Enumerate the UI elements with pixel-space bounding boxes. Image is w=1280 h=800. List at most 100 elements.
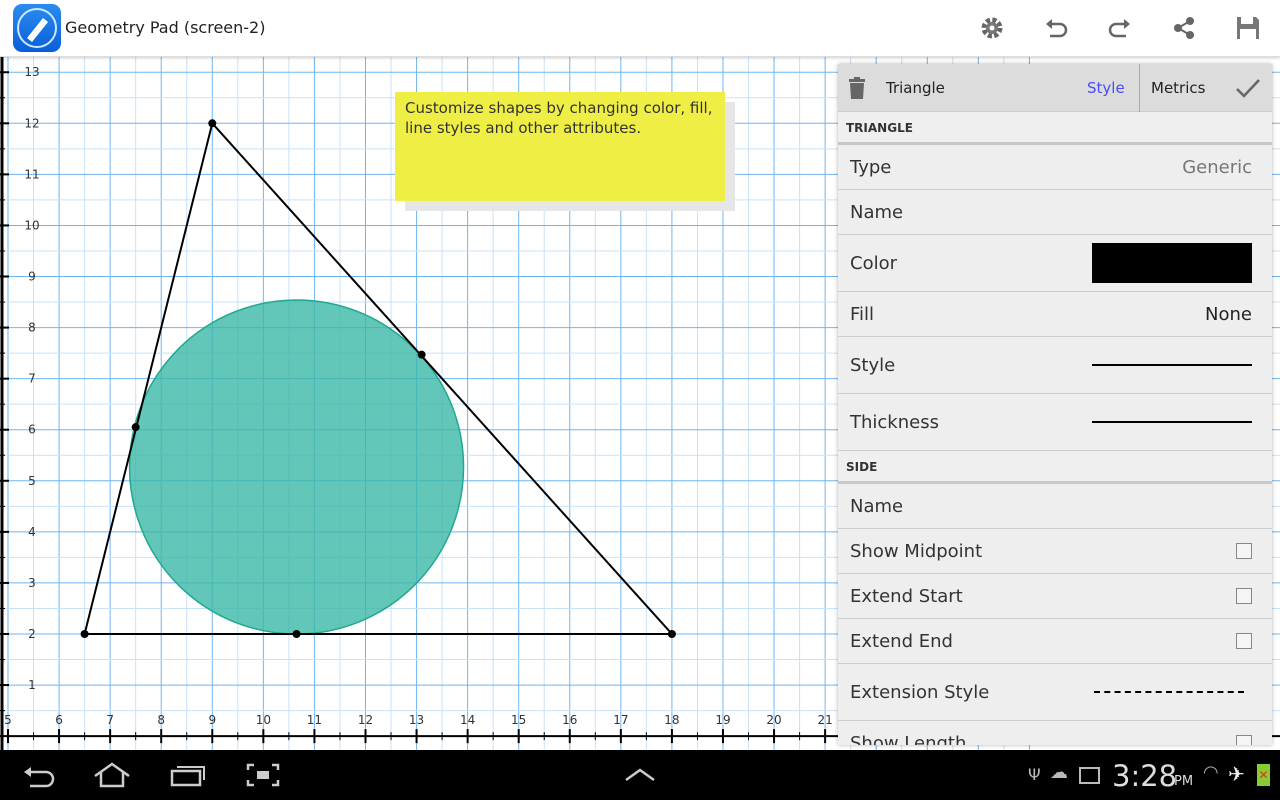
name-row[interactable]: Name — [838, 190, 1272, 235]
app-title: Geometry Pad (screen-2) — [65, 18, 266, 37]
side-name-row[interactable]: Name — [838, 484, 1272, 529]
trash-icon[interactable] — [848, 77, 866, 99]
save-icon[interactable] — [1234, 14, 1262, 42]
settings-icon[interactable] — [978, 14, 1006, 42]
usb-icon: Ψ — [1028, 765, 1041, 784]
name-label: Name — [850, 201, 904, 223]
point[interactable] — [80, 630, 89, 638]
tab-metrics[interactable]: Metrics — [1151, 79, 1205, 97]
line-style-preview — [1092, 364, 1252, 366]
x-tick-label: 14 — [460, 713, 475, 727]
type-value: Generic — [1182, 156, 1252, 178]
thickness-label: Thickness — [850, 411, 939, 433]
share-icon[interactable] — [1170, 14, 1198, 42]
style-row[interactable]: Style — [838, 337, 1272, 394]
type-label: Type — [850, 156, 892, 178]
x-tick-label: 10 — [256, 713, 271, 727]
incircle[interactable] — [128, 299, 465, 635]
x-tick-label: 11 — [307, 713, 322, 727]
show-midpoint-row[interactable]: Show Midpoint — [838, 529, 1272, 574]
check-icon[interactable] — [1235, 78, 1261, 98]
y-tick-label: 13 — [24, 65, 39, 79]
point[interactable] — [417, 350, 426, 359]
tab-style[interactable]: Style — [1087, 79, 1125, 97]
tip-note: Customize shapes by changing color, fill… — [395, 92, 725, 201]
system-nav-bar: Ψ ☁ 3:28 PM ◠ ✈ ✕ — [0, 750, 1280, 800]
extend-end-checkbox[interactable] — [1236, 633, 1252, 649]
x-tick-label: 21 — [817, 713, 832, 727]
color-label: Color — [850, 252, 897, 274]
extension-style-label: Extension Style — [850, 681, 990, 703]
x-tick-label: 16 — [562, 713, 577, 727]
style-panel: Triangle Style Metrics TRIANGLE Type Gene… — [838, 64, 1272, 745]
fill-row[interactable]: Fill None — [838, 292, 1272, 337]
thickness-row[interactable]: Thickness — [838, 394, 1272, 451]
x-tick-label: 19 — [715, 713, 730, 727]
cloud-upload-icon: ☁ — [1050, 762, 1068, 783]
x-tick-label: 12 — [358, 713, 373, 727]
y-tick-label: 5 — [28, 474, 36, 488]
app-bar: Geometry Pad (screen-2) — [0, 0, 1280, 57]
point[interactable] — [131, 423, 140, 432]
extension-style-row[interactable]: Extension Style — [838, 664, 1272, 721]
x-tick-label: 18 — [664, 713, 679, 727]
y-tick-label: 10 — [24, 218, 39, 232]
section-side: SIDE — [838, 451, 1272, 484]
airplane-icon: ✈ — [1228, 762, 1245, 786]
fill-label: Fill — [850, 303, 875, 325]
x-tick-label: 13 — [409, 713, 424, 727]
x-tick-label: 20 — [766, 713, 781, 727]
color-swatch[interactable] — [1092, 243, 1252, 283]
clock-time: 3:28 — [1112, 759, 1178, 793]
x-tick-label: 9 — [208, 713, 216, 727]
point[interactable] — [292, 630, 301, 638]
color-row[interactable]: Color — [838, 235, 1272, 292]
y-tick-label: 12 — [24, 116, 39, 130]
thickness-preview — [1092, 421, 1252, 423]
style-label: Style — [850, 354, 896, 376]
redo-icon[interactable] — [1106, 14, 1134, 42]
y-tick-label: 4 — [28, 525, 36, 539]
y-tick-label: 7 — [28, 372, 36, 386]
y-tick-label: 8 — [28, 321, 36, 335]
extension-style-preview — [1094, 691, 1244, 693]
point[interactable] — [208, 119, 217, 128]
fill-value: None — [1205, 303, 1252, 325]
home-icon[interactable] — [92, 762, 132, 788]
x-tick-label: 5 — [4, 713, 12, 727]
shape-name: Triangle — [886, 79, 945, 97]
extend-start-checkbox[interactable] — [1236, 588, 1252, 604]
clock-ampm: PM — [1174, 774, 1194, 789]
y-tick-label: 3 — [28, 576, 36, 590]
x-tick-label: 15 — [511, 713, 526, 727]
show-midpoint-checkbox[interactable] — [1236, 543, 1252, 559]
point[interactable] — [667, 630, 676, 638]
x-tick-label: 6 — [55, 713, 63, 727]
chevron-up-icon[interactable] — [624, 768, 656, 782]
y-tick-label: 6 — [28, 423, 36, 437]
type-row[interactable]: Type Generic — [838, 145, 1272, 190]
x-tick-label: 7 — [106, 713, 114, 727]
extend-end-label: Extend End — [850, 630, 953, 652]
show-midpoint-label: Show Midpoint — [850, 540, 983, 562]
gallery-icon — [1079, 767, 1100, 784]
battery-icon: ✕ — [1257, 764, 1270, 786]
side-name-label: Name — [850, 495, 904, 517]
show-length-checkbox[interactable] — [1236, 735, 1252, 745]
show-length-row[interactable]: Show Length — [838, 721, 1272, 745]
app-logo — [13, 4, 61, 52]
extend-start-label: Extend Start — [850, 585, 963, 607]
x-tick-label: 8 — [157, 713, 165, 727]
panel-header: Triangle Style Metrics — [838, 64, 1272, 112]
recent-apps-icon[interactable] — [170, 763, 206, 787]
x-tick-label: 17 — [613, 713, 628, 727]
extend-start-row[interactable]: Extend Start — [838, 574, 1272, 619]
extend-end-row[interactable]: Extend End — [838, 619, 1272, 664]
y-tick-label: 2 — [28, 627, 36, 641]
wifi-icon: ◠ — [1203, 762, 1219, 783]
y-tick-label: 11 — [24, 167, 39, 181]
show-length-label: Show Length — [850, 732, 967, 746]
back-icon[interactable] — [22, 764, 56, 788]
screenshot-icon[interactable] — [246, 763, 280, 787]
undo-icon[interactable] — [1042, 14, 1070, 42]
